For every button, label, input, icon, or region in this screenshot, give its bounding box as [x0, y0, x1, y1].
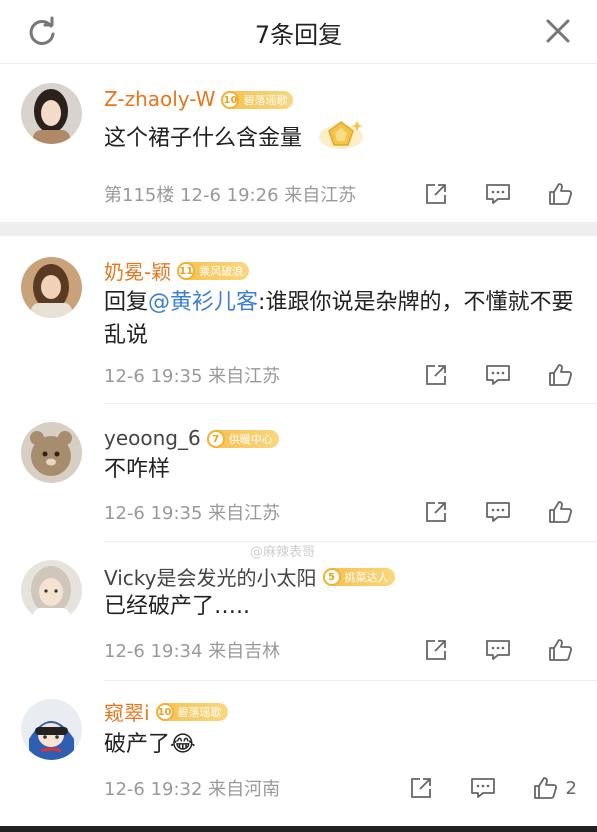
avatar[interactable]	[21, 560, 82, 621]
comment-text-body: 不咋样	[104, 457, 171, 482]
badge-level: 11	[177, 262, 196, 280]
comment-text-body: 已经破产了…..	[104, 594, 250, 619]
comment-header: 窥翠i 10 碧落瑶歌	[104, 697, 228, 726]
comment-actions: 2	[406, 774, 577, 802]
comment-text: 破产了😂	[104, 728, 574, 761]
comment-header: Z-zhaoly-W 10 碧落瑶歌	[104, 87, 294, 111]
fan-badge[interactable]: 10 碧落瑶歌	[221, 91, 294, 109]
comment-text-body: 这个裙子什么含金量	[104, 126, 303, 151]
username[interactable]: Vicky是会发光的小太阳	[104, 562, 317, 591]
badge-level: 7	[206, 430, 225, 448]
comment-meta: 12-6 19:35 来自江苏	[104, 366, 281, 387]
comment-item: 奶冕-颖 11 乘风破浪 回复@黄衫儿客:谁跟你说是杂牌的，不懂就不要乱说 12…	[0, 236, 597, 403]
avatar[interactable]	[21, 83, 82, 144]
close-icon[interactable]	[543, 16, 573, 46]
bottom-edge	[0, 826, 597, 832]
section-divider	[0, 222, 597, 236]
like-icon[interactable]	[545, 636, 575, 664]
comment-text: 回复@黄衫儿客:谁跟你说是杂牌的，不懂就不要乱说	[104, 286, 574, 352]
badge-level: 5	[322, 568, 341, 586]
username[interactable]: 窥翠i	[104, 697, 150, 726]
badge-text: 乘风破浪	[199, 265, 244, 278]
comment-actions	[421, 361, 575, 389]
gold-badge-icon	[317, 117, 365, 161]
avatar[interactable]	[21, 699, 82, 760]
comment-item: Vicky是会发光的小太阳 5 挑菜达人 已经破产了….. 12-6 19:34…	[0, 542, 597, 680]
comment-header: yeoong_6 7 供暖中心	[104, 426, 279, 450]
comment-text: 已经破产了…..	[104, 590, 574, 623]
share-icon[interactable]	[421, 180, 451, 208]
comment-text: 这个裙子什么含金量	[104, 117, 574, 161]
comment-actions	[421, 498, 575, 526]
comment-item: Z-zhaoly-W 10 碧落瑶歌 这个裙子什么含金量 第115楼 12-6 …	[0, 65, 597, 222]
like-icon[interactable]	[530, 774, 560, 802]
comment-item: yeoong_6 7 供暖中心 不咋样 12-6 19:35 来自江苏	[0, 404, 597, 541]
avatar[interactable]	[21, 257, 82, 318]
fan-badge[interactable]: 7 供暖中心	[206, 430, 279, 448]
share-icon[interactable]	[421, 636, 451, 664]
comment-header: Vicky是会发光的小太阳 5 挑菜达人	[104, 562, 395, 591]
like-icon[interactable]	[545, 361, 575, 389]
comment-meta: 第115楼 12-6 19:26 来自江苏	[104, 185, 357, 206]
comment-icon[interactable]	[483, 636, 513, 664]
dialog-title: 7条回复	[254, 21, 343, 49]
avatar[interactable]	[21, 422, 82, 483]
badge-text: 碧落瑶歌	[243, 94, 288, 107]
comment-meta: 12-6 19:34 来自吉林	[104, 641, 281, 662]
mention-link[interactable]: @黄衫儿客	[148, 290, 258, 315]
username[interactable]: Z-zhaoly-W	[104, 87, 215, 111]
comment-actions	[421, 180, 575, 208]
comment-meta: 12-6 19:35 来自江苏	[104, 503, 281, 524]
comment-icon[interactable]	[483, 180, 513, 208]
badge-text: 挑菜达人	[344, 571, 389, 584]
username[interactable]: yeoong_6	[104, 426, 201, 450]
badge-text: 供暖中心	[228, 433, 273, 446]
share-icon[interactable]	[421, 361, 451, 389]
comment-icon[interactable]	[483, 361, 513, 389]
fan-badge[interactable]: 11 乘风破浪	[177, 262, 250, 280]
comment-meta: 12-6 19:32 来自河南	[104, 779, 281, 800]
comment-icon[interactable]	[468, 774, 498, 802]
comment-icon[interactable]	[483, 498, 513, 526]
comment-actions	[421, 636, 575, 664]
comment-header: 奶冕-颖 11 乘风破浪	[104, 256, 250, 285]
dialog-header: 7条回复	[0, 0, 597, 64]
badge-text: 碧落瑶歌	[177, 706, 222, 719]
comment-text: 不咋样	[104, 453, 574, 486]
share-icon[interactable]	[406, 774, 436, 802]
comment-text-body: 破产了😂	[104, 732, 196, 757]
fan-badge[interactable]: 10 碧落瑶歌	[155, 703, 228, 721]
like-icon[interactable]	[545, 498, 575, 526]
username[interactable]: 奶冕-颖	[104, 256, 171, 285]
comment-item: 窥翠i 10 碧落瑶歌 破产了😂 12-6 19:32 来自河南 2	[0, 681, 597, 821]
badge-level: 10	[155, 703, 174, 721]
like-icon[interactable]	[545, 180, 575, 208]
reply-prefix: 回复	[104, 290, 149, 315]
like-count: 2	[565, 777, 577, 799]
badge-level: 10	[221, 91, 240, 109]
share-icon[interactable]	[421, 498, 451, 526]
fan-badge[interactable]: 5 挑菜达人	[322, 568, 395, 586]
